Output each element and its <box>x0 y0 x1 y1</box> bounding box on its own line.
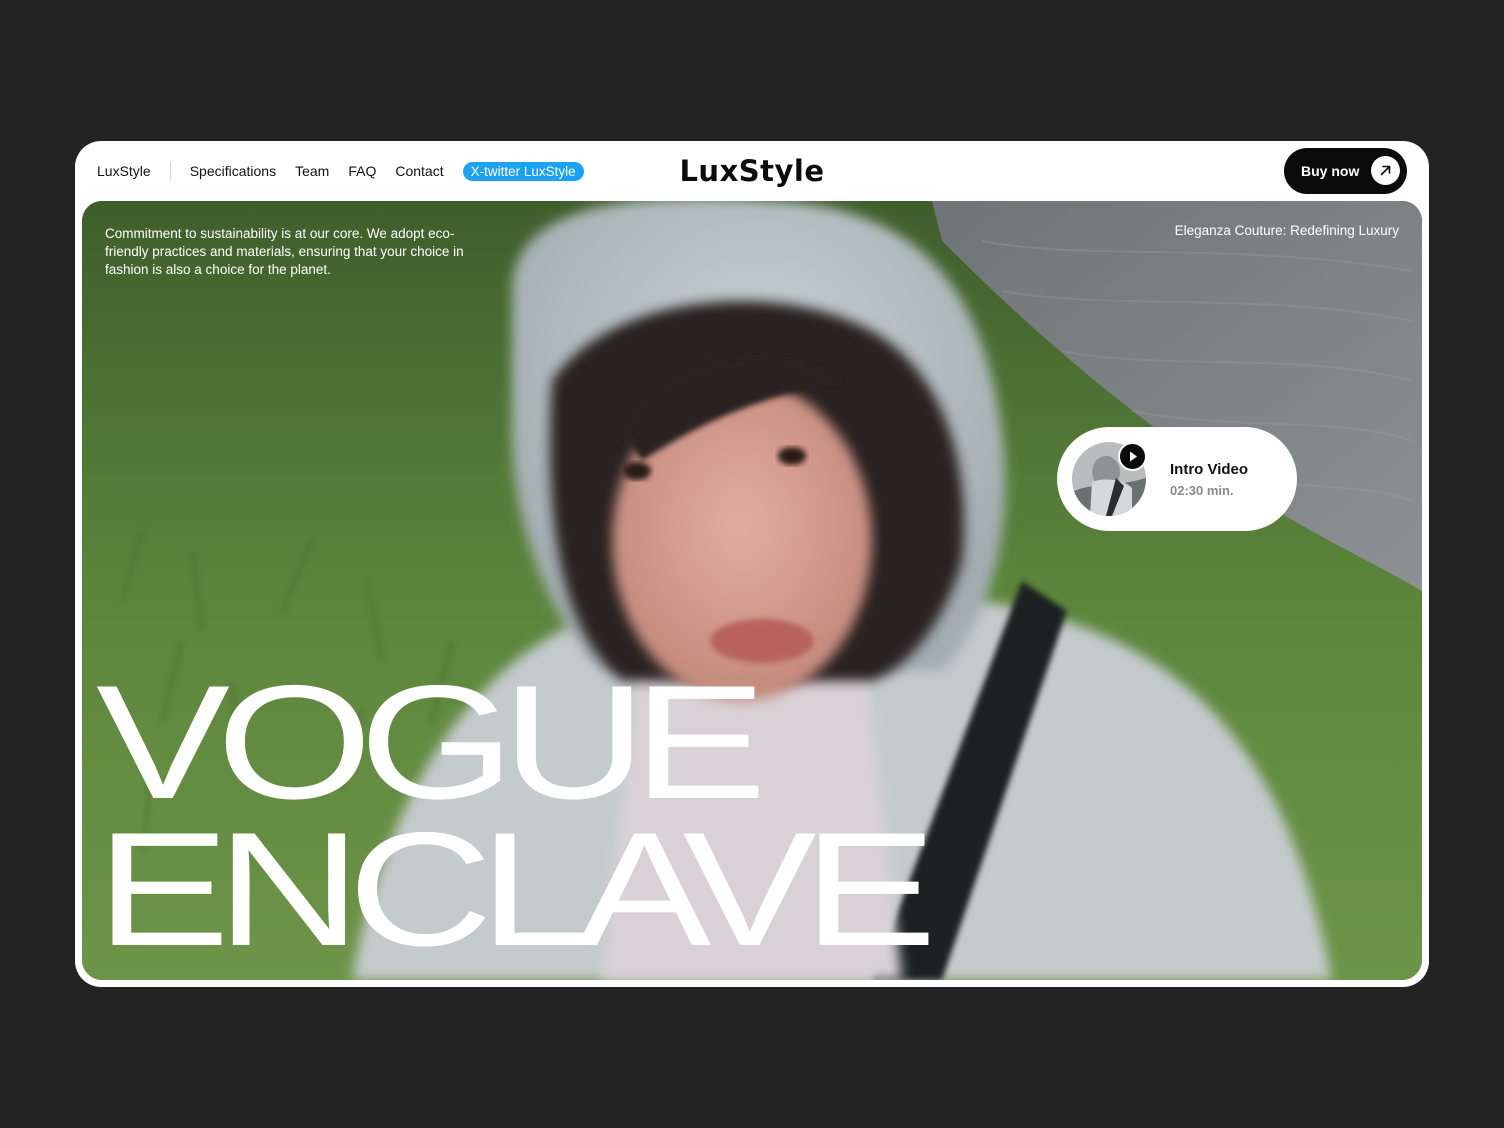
hero-tagline: Eleganza Couture: Redefining Luxury <box>1174 223 1399 238</box>
headline-line-2: ENCLAVE <box>96 799 937 980</box>
page-frame: LuxStyle Specifications Team FAQ Contact… <box>75 141 1429 987</box>
intro-video-card[interactable]: Intro Video 02:30 min. <box>1057 427 1297 531</box>
video-duration: 02:30 min. <box>1170 483 1234 498</box>
top-nav: LuxStyle Specifications Team FAQ Contact… <box>75 141 1429 201</box>
hero-headline: VOGUE ENCLAVE <box>96 652 937 980</box>
buy-now-button[interactable]: Buy now <box>1284 148 1407 194</box>
video-title: Intro Video <box>1170 461 1249 478</box>
arrow-up-right-icon <box>1371 156 1400 185</box>
sustainability-text: Commitment to sustainability is at our c… <box>105 226 464 277</box>
site-logo[interactable]: LuxStyle <box>75 141 1429 201</box>
hero-section: Commitment to sustainability is at our c… <box>82 201 1422 980</box>
headline-line-1: VOGUE <box>96 652 767 833</box>
buy-now-label: Buy now <box>1301 163 1360 179</box>
play-icon[interactable] <box>1118 442 1147 471</box>
